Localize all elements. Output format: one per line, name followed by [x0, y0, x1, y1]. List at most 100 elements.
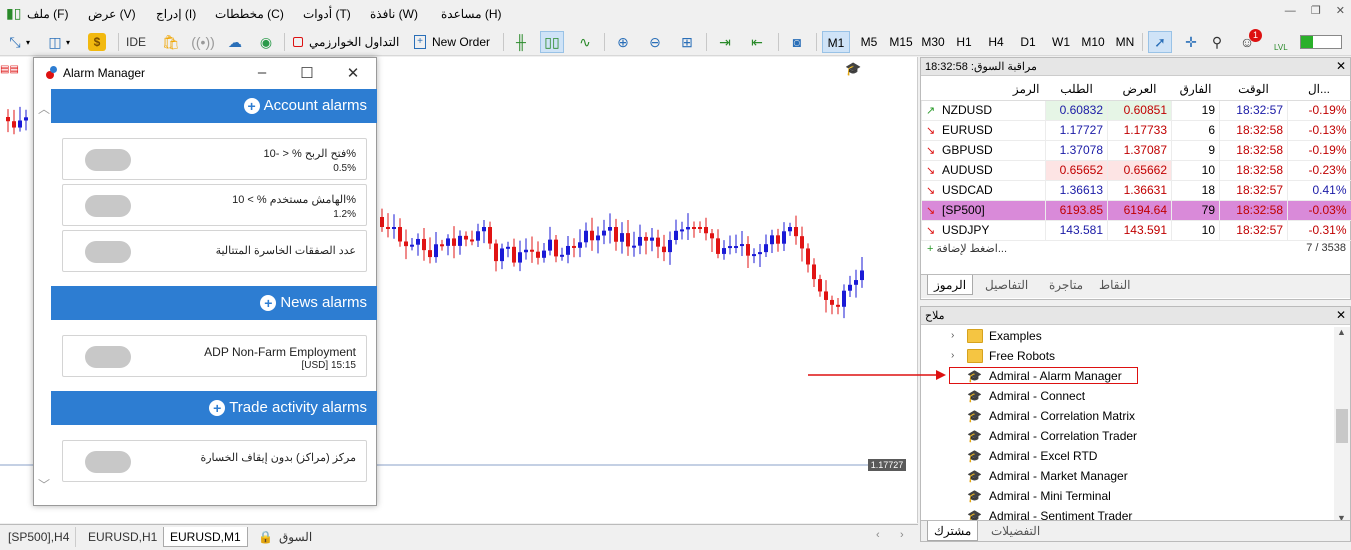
tree-item[interactable]: 🎓 Admiral - Correlation Matrix: [921, 406, 1336, 426]
tab-symbols[interactable]: الرموز: [927, 275, 974, 295]
timeframe-m10[interactable]: M10: [1078, 31, 1108, 53]
timeframe-m1[interactable]: M1: [822, 31, 850, 53]
dollar-icon[interactable]: $: [88, 31, 106, 53]
table-row-selected[interactable]: ↘ [SP500] 6193.85 6194.64 79 18:32:58 -0.…: [921, 200, 1351, 221]
close-icon[interactable]: ✕: [1336, 59, 1346, 73]
col-header-bid[interactable]: الطلب: [1045, 78, 1108, 101]
vps-icon[interactable]: ☁: [224, 31, 246, 53]
zoom-in-icon[interactable]: ⊕: [612, 31, 634, 53]
candles-icon[interactable]: ▯▯: [540, 31, 564, 53]
tab-ticks[interactable]: النقاط: [1093, 275, 1136, 295]
zoom-out-icon[interactable]: ⊖: [644, 31, 666, 53]
navigator-scrollbar[interactable]: ▲ ▼: [1334, 327, 1350, 523]
crosshair-icon[interactable]: ✛: [1180, 31, 1202, 53]
menu-tools[interactable]: أدوات (T): [303, 7, 351, 21]
table-row[interactable]: ↘ USDCAD 1.36613 1.36631 18 18:32:57 0.41…: [921, 180, 1351, 201]
level-icon[interactable]: LVL: [1274, 31, 1288, 53]
table-row[interactable]: ↘ GBPUSD 1.37078 1.37087 9 18:32:58 -0.19…: [921, 140, 1351, 161]
chart-tab-active[interactable]: EURUSD,M1: [163, 527, 248, 547]
market-icon[interactable]: 🛍: [160, 31, 182, 53]
new-order-button[interactable]: + New Order: [414, 31, 490, 53]
scroll-up-icon[interactable]: ︿: [38, 100, 50, 117]
chevron-right-icon[interactable]: ›: [951, 346, 954, 366]
chart-tab[interactable]: [SP500],H4: [2, 527, 77, 547]
ide-button[interactable]: IDE: [126, 31, 146, 53]
tabs-scroll-right-icon[interactable]: ›: [900, 529, 904, 541]
scroll-down-icon[interactable]: ﹀: [38, 476, 50, 493]
tree-folder[interactable]: › Free Robots: [921, 346, 1336, 366]
add-alarm-icon[interactable]: +: [260, 294, 277, 311]
chevron-right-icon[interactable]: ›: [951, 326, 954, 346]
menu-charts[interactable]: مخططات (C): [215, 7, 284, 21]
alarm-toggle[interactable]: [85, 346, 131, 368]
line-chart-icon[interactable]: ∿: [574, 31, 596, 53]
tree-item[interactable]: 🎓 Admiral - Correlation Trader: [921, 426, 1336, 446]
alarm-toggle[interactable]: [85, 241, 131, 263]
alarm-toggle[interactable]: [85, 149, 131, 171]
alarm-manager-titlebar[interactable]: Alarm Manager – ☐ ✕: [34, 58, 376, 88]
col-header-ask[interactable]: العرض: [1107, 78, 1172, 101]
menu-help[interactable]: مساعدة (H): [441, 7, 502, 21]
community-icon[interactable]: ◉: [255, 31, 277, 53]
menu-view[interactable]: عرض (V): [88, 7, 136, 21]
tab-common[interactable]: مشترك: [927, 521, 979, 541]
maximize-icon[interactable]: ☐: [297, 64, 317, 82]
table-row[interactable]: ↗ NZDUSD 0.60832 0.60851 19 18:32:57 -0.1…: [921, 100, 1351, 121]
timeframe-w1[interactable]: W1: [1048, 31, 1074, 53]
tree-folder[interactable]: › Examples: [921, 326, 1336, 346]
notifications-icon[interactable]: ☺ 1: [1236, 29, 1262, 53]
menu-insert[interactable]: إدراج (I): [156, 7, 196, 21]
table-row[interactable]: ↘ AUDUSD 0.65652 0.65662 10 18:32:58 -0.2…: [921, 160, 1351, 181]
autoscroll-icon[interactable]: ⇥: [714, 31, 736, 53]
new-chart-button[interactable]: ⤡ ▾: [4, 31, 30, 53]
close-icon[interactable]: ✕: [343, 64, 363, 82]
section-trade-activity-alarms[interactable]: + Trade activity alarms: [51, 391, 377, 425]
add-symbol-button[interactable]: + اضغط لإضافة...: [927, 242, 1007, 255]
search-icon[interactable]: ⚲: [1206, 31, 1228, 53]
timeframe-m30[interactable]: M30: [918, 31, 948, 53]
screenshot-icon[interactable]: ◙: [786, 31, 808, 53]
timeframe-d1[interactable]: D1: [1016, 31, 1040, 53]
tree-item[interactable]: 🎓 Admiral - Excel RTD: [921, 446, 1336, 466]
minimize-icon[interactable]: –: [252, 64, 272, 81]
close-icon[interactable]: ✕: [1336, 5, 1345, 17]
tabs-scroll-left-icon[interactable]: ‹: [876, 529, 880, 541]
bar-chart-icon[interactable]: ╫: [510, 31, 532, 53]
tree-item[interactable]: 🎓 Admiral - Market Manager: [921, 466, 1336, 486]
tab-details[interactable]: التفاصيل: [979, 275, 1034, 295]
scroll-up-icon[interactable]: ▲: [1337, 327, 1346, 337]
timeframe-h4[interactable]: H4: [984, 31, 1008, 53]
col-header-time[interactable]: الوقت: [1219, 78, 1288, 101]
scrollbar-thumb[interactable]: [1336, 409, 1348, 443]
grid-icon[interactable]: ⊞: [676, 31, 698, 53]
timeframe-m15[interactable]: M15: [886, 31, 916, 53]
tree-item[interactable]: 🎓 Admiral - Mini Terminal: [921, 486, 1336, 506]
tree-item[interactable]: 🎓 Admiral - Connect: [921, 386, 1336, 406]
algo-trading-button[interactable]: التداول الخوارزمي: [293, 31, 399, 53]
restore-icon[interactable]: ❐: [1311, 5, 1321, 17]
chart-type-button[interactable]: ◫ ▾: [44, 31, 70, 53]
market-tab[interactable]: 🔒 السوق: [252, 527, 318, 547]
add-alarm-icon[interactable]: +: [209, 399, 226, 416]
timeframe-m5[interactable]: M5: [856, 31, 882, 53]
tab-trading[interactable]: متاجرة: [1043, 275, 1089, 295]
menu-file[interactable]: ملف (F): [27, 7, 68, 21]
timeframe-h1[interactable]: H1: [952, 31, 976, 53]
signals-icon[interactable]: ((•)): [191, 31, 215, 53]
col-header-change[interactable]: ال...: [1287, 78, 1351, 101]
table-row[interactable]: ↘ EURUSD 1.17727 1.17733 6 18:32:58 -0.13…: [921, 120, 1351, 141]
timeframe-mn[interactable]: MN: [1112, 31, 1138, 53]
close-icon[interactable]: ✕: [1336, 308, 1346, 322]
alarm-toggle[interactable]: [85, 195, 131, 217]
minimize-icon[interactable]: —: [1285, 5, 1296, 17]
col-header-symbol[interactable]: الرمز: [921, 78, 1046, 101]
app-logo-icon[interactable]: ▮▯: [6, 5, 21, 22]
section-account-alarms[interactable]: + Account alarms: [51, 89, 377, 123]
chart-tab[interactable]: EURUSD,H1: [82, 527, 165, 547]
tab-favorites[interactable]: التفضيلات: [985, 521, 1046, 541]
col-header-spread[interactable]: الفارق: [1171, 78, 1220, 101]
table-row[interactable]: ↘ USDJPY 143.581 143.591 10 18:32:57 -0.3…: [921, 220, 1351, 241]
cursor-icon[interactable]: ➚: [1148, 31, 1172, 53]
alarm-manager-window[interactable]: Alarm Manager – ☐ ✕ ︿ ﹀ + Account alarms …: [33, 57, 377, 506]
chart-shift-icon[interactable]: ⇤: [746, 31, 768, 53]
